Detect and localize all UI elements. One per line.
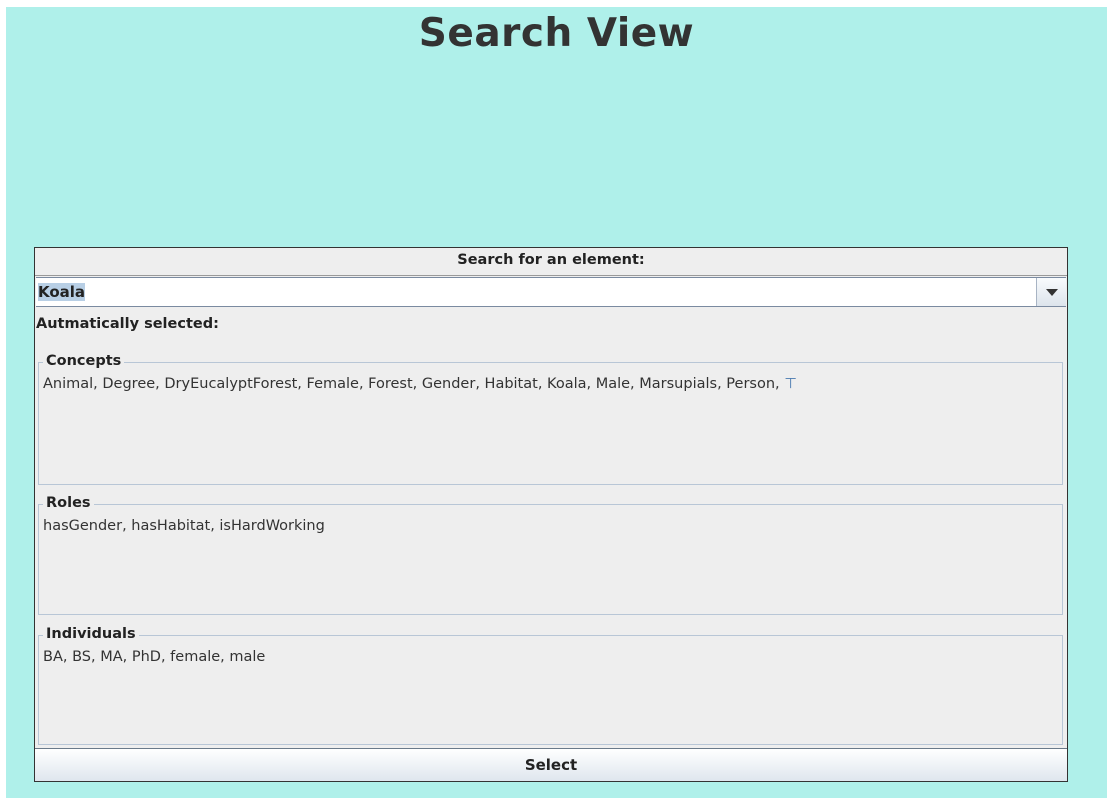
individuals-text: BA, BS, MA, PhD, female, male: [43, 649, 266, 665]
individuals-group: Individuals BA, BS, MA, PhD, female, mal…: [38, 625, 1063, 745]
individuals-title: Individuals: [43, 625, 139, 643]
roles-list[interactable]: hasGender, hasHabitat, isHardWorking: [43, 516, 1058, 536]
concepts-text: Animal, Degree, DryEucalyptForest, Femal…: [43, 376, 780, 392]
top-concept-symbol: ⊤: [784, 376, 797, 392]
roles-group: Roles hasGender, hasHabitat, isHardWorki…: [38, 494, 1063, 615]
roles-title: Roles: [43, 494, 94, 512]
search-input[interactable]: Koala: [38, 283, 86, 301]
search-panel: Search for an element: Koala Autmaticall…: [34, 247, 1068, 782]
search-view-background: Search View Search for an element: Koala…: [6, 7, 1107, 798]
concepts-title: Concepts: [43, 352, 125, 370]
search-header: Search for an element:: [35, 248, 1067, 276]
page-title: Search View: [418, 11, 695, 56]
search-input-selected-text: Koala: [38, 283, 86, 301]
select-button[interactable]: Select: [35, 748, 1067, 781]
element-search-combobox[interactable]: Koala: [36, 277, 1066, 307]
chevron-down-icon: [1046, 289, 1058, 296]
individuals-list[interactable]: BA, BS, MA, PhD, female, male: [43, 647, 1058, 667]
auto-selected-label: Autmatically selected:: [36, 316, 219, 332]
dropdown-button[interactable]: [1036, 278, 1066, 306]
roles-text: hasGender, hasHabitat, isHardWorking: [43, 518, 325, 534]
concepts-list[interactable]: Animal, Degree, DryEucalyptForest, Femal…: [43, 374, 1058, 394]
concepts-group: Concepts Animal, Degree, DryEucalyptFore…: [38, 352, 1063, 485]
